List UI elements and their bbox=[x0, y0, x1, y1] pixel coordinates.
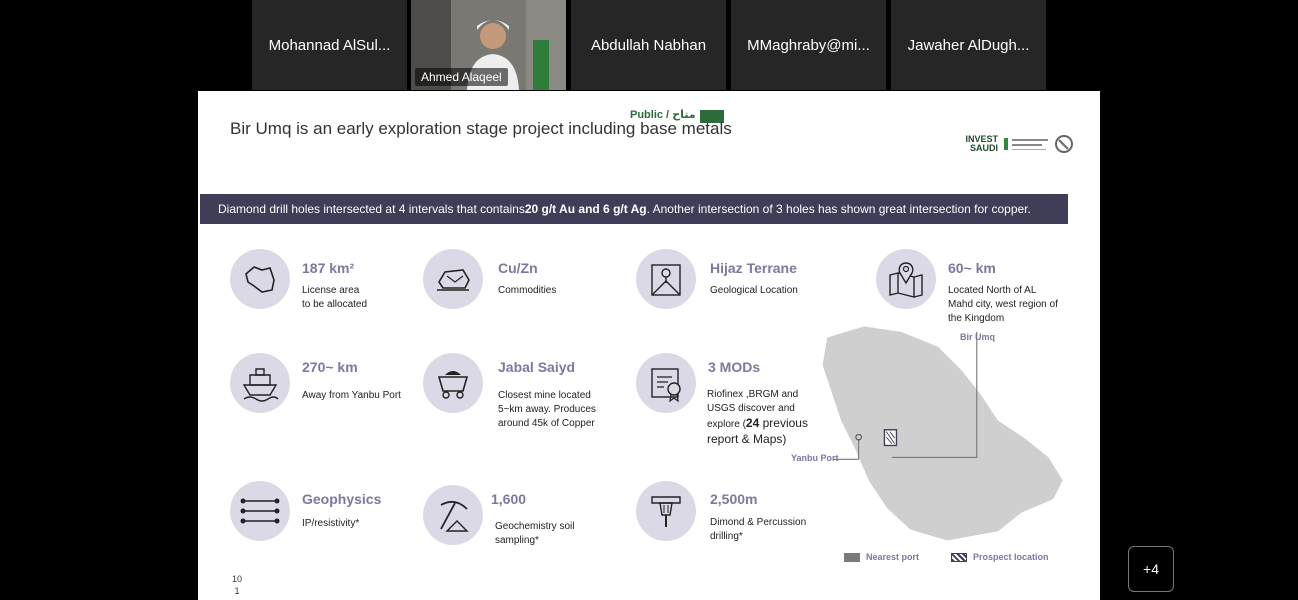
geophysics-lines-icon bbox=[230, 481, 290, 541]
stat-head: 270~ km bbox=[302, 359, 358, 375]
legend-nearest-port: Nearest port bbox=[844, 552, 919, 562]
shared-slide: Public / متاح Bir Umq is an early explor… bbox=[198, 91, 1100, 600]
legend-swatch bbox=[951, 552, 967, 562]
participant-name: Mohannad AlSul... bbox=[268, 36, 391, 54]
stat-desc: Geological Location bbox=[710, 285, 798, 296]
saudi-map-icon bbox=[230, 249, 290, 309]
stat-desc: Geochemistry soil sampling* bbox=[495, 521, 575, 546]
participant-tile-5[interactable]: Jawaher AlDugh... bbox=[891, 0, 1046, 90]
legend-prospect-location: Prospect location bbox=[951, 552, 1049, 562]
stat-head: 60~ km bbox=[948, 260, 996, 276]
stat-desc: Closest mine located 5~km away. Produces… bbox=[498, 390, 596, 429]
participant-name: MMaghraby@mi... bbox=[747, 36, 870, 54]
stat-head: Hijaz Terrane bbox=[710, 260, 797, 276]
invest-saudi-logo: INVEST SAUDI bbox=[965, 133, 1074, 155]
stat-head: 1,600 bbox=[491, 491, 527, 507]
stat-desc: IP/resistivity* bbox=[302, 518, 360, 529]
stat-head: 2,500m bbox=[710, 491, 758, 507]
participant-name: Abdullah Nabhan bbox=[590, 36, 707, 54]
slide-title: Bir Umq is an early exploration stage pr… bbox=[230, 119, 732, 138]
map-label-bir-umq: Bir Umq bbox=[960, 332, 996, 342]
participant-tile-video[interactable]: Ahmed Alaqeel bbox=[411, 0, 566, 90]
meeting-window: Mohannad AlSul... Ahmed Alaqeel Abdullah… bbox=[0, 0, 1298, 600]
pickaxe-icon bbox=[423, 485, 483, 545]
stat-head: Geophysics bbox=[302, 491, 382, 507]
participant-tile-1[interactable]: Mohannad AlSul... bbox=[252, 0, 407, 90]
stat-head: Cu/Zn bbox=[498, 260, 538, 276]
ore-rock-icon bbox=[423, 249, 483, 309]
map-label-yanbu: Yanbu Port bbox=[791, 453, 839, 463]
drill-icon bbox=[636, 481, 696, 541]
key-finding-banner: Diamond drill holes intersected at 4 int… bbox=[200, 194, 1068, 224]
more-participants-button[interactable]: +4 bbox=[1128, 546, 1174, 592]
page-number: 10 1 bbox=[232, 574, 243, 596]
ship-icon bbox=[230, 353, 290, 413]
ministry-logo-icon bbox=[1004, 135, 1073, 153]
legend-swatch bbox=[844, 552, 860, 562]
map-pin-paper-icon bbox=[636, 249, 696, 309]
stat-desc: Away from Yanbu Port bbox=[302, 390, 401, 401]
stat-head: 3 MODs bbox=[708, 359, 761, 375]
stat-desc: Commodities bbox=[498, 285, 557, 296]
participant-tile-4[interactable]: MMaghraby@mi... bbox=[731, 0, 886, 90]
participant-name: Ahmed Alaqeel bbox=[415, 68, 508, 86]
mine-cart-icon bbox=[423, 353, 483, 413]
saudi-arabia-map bbox=[822, 326, 1063, 541]
certificate-icon bbox=[636, 353, 696, 413]
stat-desc: License area to be allocated bbox=[302, 285, 368, 310]
participant-tile-3[interactable]: Abdullah Nabhan bbox=[571, 0, 726, 90]
stat-head: Jabal Saiyd bbox=[498, 359, 576, 375]
participant-name: Jawaher AlDugh... bbox=[907, 36, 1030, 54]
location-map-icon bbox=[876, 249, 936, 309]
stat-head: 187 km² bbox=[302, 260, 355, 276]
